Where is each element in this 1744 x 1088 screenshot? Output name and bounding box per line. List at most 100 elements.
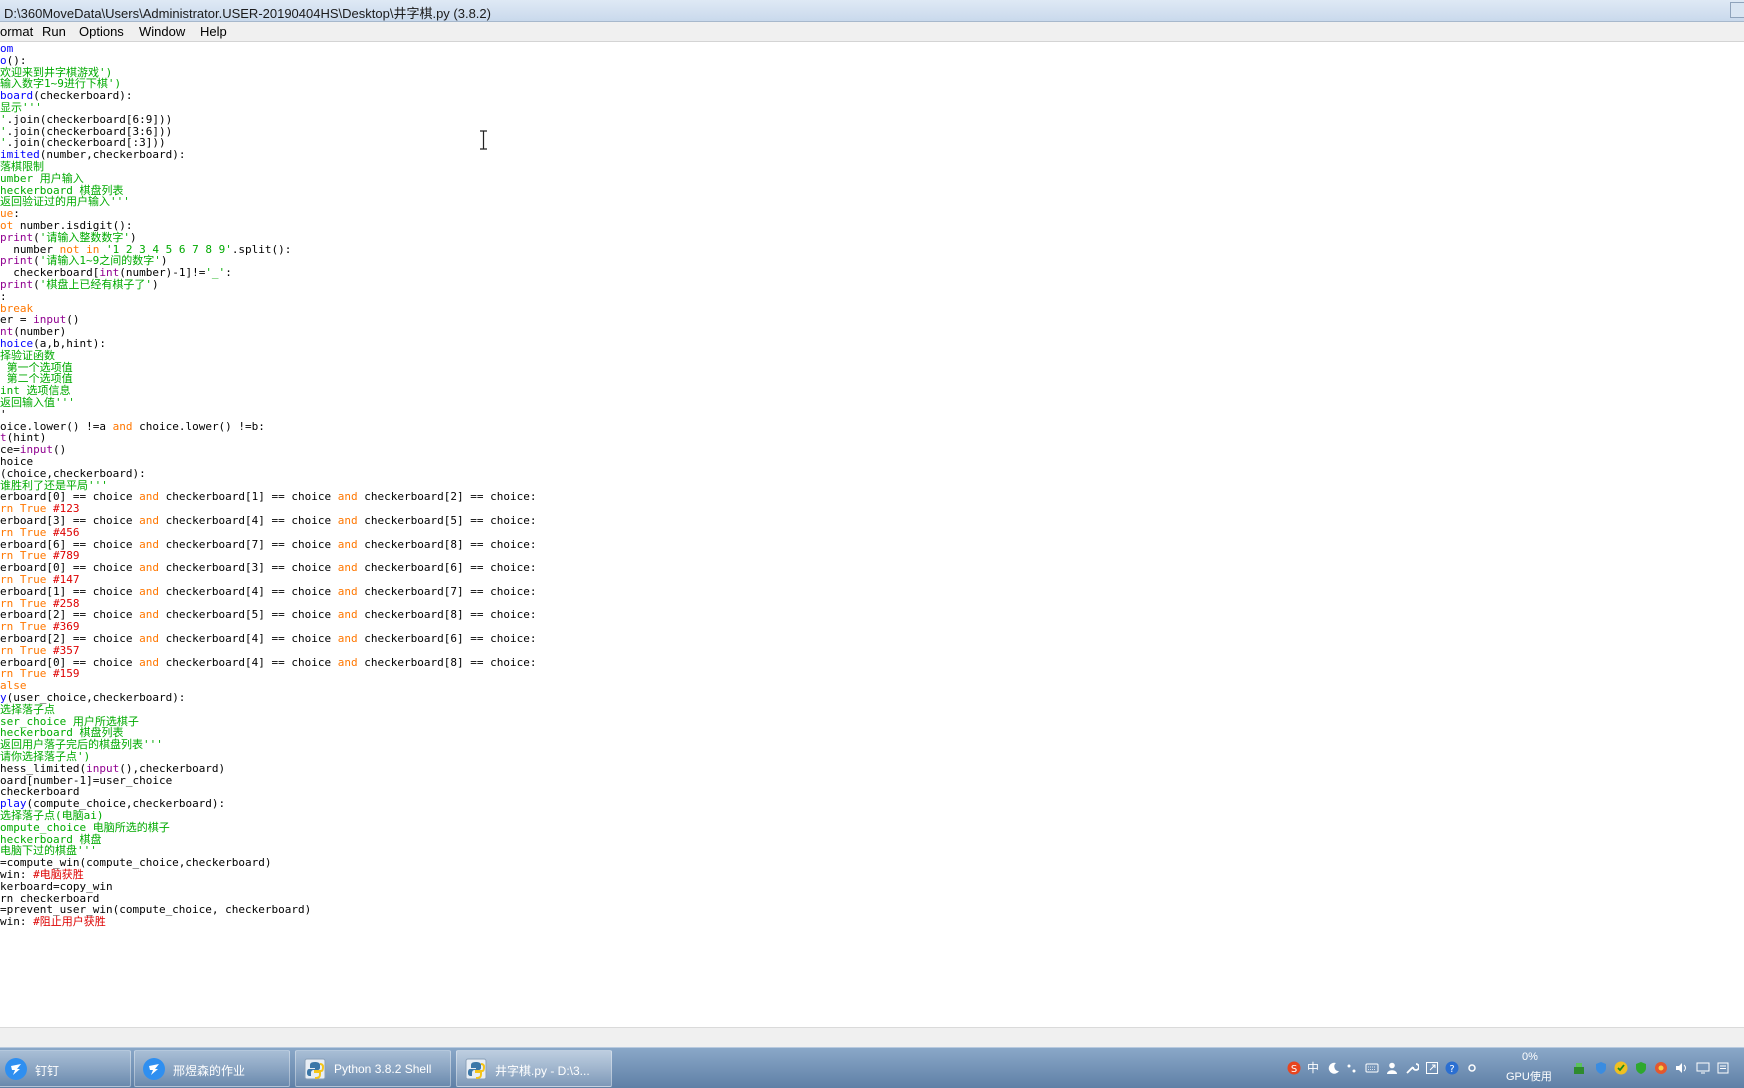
taskbar-item-label: 钉钉 bbox=[35, 1064, 60, 1078]
code-token: checkerboard[1] == choice bbox=[158, 490, 338, 504]
code-line[interactable]: erboard[3] == choice and checkerboard[4]… bbox=[0, 514, 536, 527]
taskbar-item-python-shell[interactable]: Python 3.8.2 Shell bbox=[295, 1050, 451, 1087]
code-token: and bbox=[337, 561, 358, 575]
volume-icon[interactable] bbox=[1674, 1061, 1688, 1075]
code-token: #阻止用户获胜 bbox=[33, 915, 106, 929]
code-token: and bbox=[337, 490, 358, 504]
code-line[interactable]: win: #阻止用户获胜 bbox=[0, 915, 106, 928]
keyboard-icon[interactable] bbox=[1365, 1061, 1379, 1075]
code-token: checkerboard[4] == choice bbox=[158, 655, 338, 669]
code-token: and bbox=[337, 514, 358, 527]
help-icon[interactable]: ? bbox=[1445, 1061, 1459, 1075]
code-token: checkerboard[6] == choice: bbox=[357, 632, 537, 645]
taskbar-item-homework[interactable]: 邢煜森的作业 bbox=[134, 1050, 290, 1087]
code-token: checkerboard[7] == choice bbox=[158, 537, 338, 551]
code-token: and bbox=[112, 419, 133, 433]
code-token: : bbox=[225, 266, 232, 280]
code-editor[interactable]: om o(): 欢迎来到井字棋游戏') 输入数字1~9进行下棋') board(chec… bbox=[0, 42, 1744, 1027]
code-line[interactable]: erboard[6] == choice and checkerboard[7]… bbox=[0, 538, 536, 551]
code-token: and bbox=[139, 584, 159, 598]
code-token: checkerboard[4] == choice bbox=[158, 584, 338, 598]
code-line[interactable]: erboard[2] == choice and checkerboard[5]… bbox=[0, 608, 536, 621]
code-token: checkerboard[5] == choice bbox=[158, 608, 338, 622]
code-token: #159 bbox=[46, 667, 80, 681]
code-token: 返回输入值''' bbox=[0, 396, 75, 409]
wrench-icon[interactable] bbox=[1405, 1061, 1419, 1075]
taskbar: 钉钉 邢煜森的作业 Python 3.8.2 Shell 井字棋.py - D:… bbox=[0, 1047, 1744, 1088]
code-token: checkerboard[6] == choice: bbox=[357, 561, 537, 575]
expand-icon[interactable] bbox=[1425, 1061, 1439, 1075]
gpu-usage-label: GPU使用 bbox=[1506, 1071, 1552, 1083]
network-icon[interactable] bbox=[1572, 1061, 1586, 1075]
ime-chinese-indicator[interactable]: 中 bbox=[1307, 1059, 1319, 1075]
window-title: D:\360MoveData\Users\Administrator.USER-… bbox=[4, 6, 491, 21]
security-icon[interactable] bbox=[1614, 1061, 1628, 1075]
code-token: checkerboard[8] == choice: bbox=[357, 537, 537, 551]
code-line[interactable]: erboard[0] == choice and checkerboard[1]… bbox=[0, 490, 536, 503]
code-token: and bbox=[337, 537, 358, 551]
code-token: and bbox=[337, 632, 358, 645]
dingtalk-icon bbox=[143, 1058, 165, 1080]
code-line[interactable]: erboard[0] == choice and checkerboard[3]… bbox=[0, 561, 536, 574]
code-token: () bbox=[53, 443, 67, 457]
dingtalk-icon bbox=[5, 1058, 27, 1080]
code-line[interactable]: erboard[0] == choice and checkerboard[4]… bbox=[0, 656, 536, 669]
window-controls-edge[interactable] bbox=[1730, 2, 1744, 18]
code-token: checkerboard[7] == choice: bbox=[357, 584, 537, 598]
code-token: () bbox=[66, 313, 80, 327]
notification-icon[interactable] bbox=[1716, 1061, 1730, 1075]
display-icon[interactable] bbox=[1696, 1061, 1710, 1075]
window-title-bar[interactable]: D:\360MoveData\Users\Administrator.USER-… bbox=[0, 0, 1744, 22]
punctuation-icon[interactable] bbox=[1345, 1061, 1359, 1075]
code-token: checkerboard[4] == choice bbox=[158, 632, 338, 645]
python-icon bbox=[465, 1058, 487, 1080]
code-token: and bbox=[139, 490, 159, 504]
taskbar-item-label: Python 3.8.2 Shell bbox=[334, 1062, 432, 1076]
svg-text:?: ? bbox=[1449, 1064, 1454, 1075]
code-token: checkerboard[2] == choice: bbox=[357, 490, 537, 504]
status-bar bbox=[0, 1027, 1744, 1047]
code-token: ) bbox=[152, 278, 159, 291]
menu-format[interactable]: ormat bbox=[0, 24, 33, 39]
moon-icon[interactable] bbox=[1327, 1061, 1341, 1075]
code-token: '棋盘上已经有棋子了' bbox=[39, 278, 152, 291]
taskbar-item-label: 井字棋.py - D:\3... bbox=[495, 1064, 590, 1078]
python-icon bbox=[304, 1058, 326, 1080]
taskbar-item-tictactoe-editor[interactable]: 井字棋.py - D:\3... bbox=[456, 1050, 612, 1087]
code-line[interactable]: erboard[2] == choice and checkerboard[4]… bbox=[0, 632, 536, 645]
code-token: and bbox=[139, 537, 159, 551]
gpu-usage-percent: 0% bbox=[1522, 1051, 1538, 1063]
settings-small-icon[interactable] bbox=[1465, 1061, 1479, 1075]
menu-window[interactable]: Window bbox=[139, 24, 185, 39]
menu-run[interactable]: Run bbox=[42, 24, 66, 39]
text-cursor-icon bbox=[480, 130, 487, 150]
app-tray-icon[interactable] bbox=[1654, 1061, 1668, 1075]
code-token: and bbox=[139, 561, 159, 575]
user-icon[interactable] bbox=[1385, 1061, 1399, 1075]
code-token: .split(): bbox=[231, 242, 292, 256]
sogou-input-icon[interactable]: S bbox=[1287, 1061, 1301, 1075]
taskbar-item-dingtalk[interactable]: 钉钉 bbox=[0, 1050, 131, 1087]
svg-text:S: S bbox=[1291, 1064, 1297, 1075]
code-token: checkerboard[5] == choice: bbox=[357, 514, 537, 527]
code-token: and bbox=[139, 514, 159, 527]
code-line[interactable]: print('棋盘上已经有棋子了') bbox=[0, 278, 159, 291]
antivirus-icon[interactable] bbox=[1634, 1061, 1648, 1075]
code-line[interactable]: 返回输入值''' bbox=[0, 396, 75, 409]
code-token: checkerboard[3] == choice bbox=[158, 561, 338, 575]
shield-icon[interactable] bbox=[1594, 1061, 1608, 1075]
code-token: checkerboard[8] == choice: bbox=[357, 655, 537, 669]
menu-bar: ormat Run Options Window Help bbox=[0, 22, 1744, 42]
code-token: (number,checkerboard): bbox=[39, 148, 186, 162]
code-line[interactable]: erboard[1] == choice and checkerboard[4]… bbox=[0, 585, 536, 598]
code-token: (checkerboard): bbox=[33, 89, 133, 103]
code-token: and bbox=[139, 608, 159, 622]
code-token: '_' bbox=[205, 266, 226, 280]
menu-options[interactable]: Options bbox=[79, 24, 124, 39]
taskbar-item-label: 邢煜森的作业 bbox=[173, 1064, 246, 1078]
code-token: ( bbox=[33, 278, 40, 291]
code-token: and bbox=[139, 655, 159, 669]
menu-help[interactable]: Help bbox=[200, 24, 227, 39]
code-token: and bbox=[337, 584, 358, 598]
code-token: checkerboard[8] == choice: bbox=[357, 608, 537, 622]
